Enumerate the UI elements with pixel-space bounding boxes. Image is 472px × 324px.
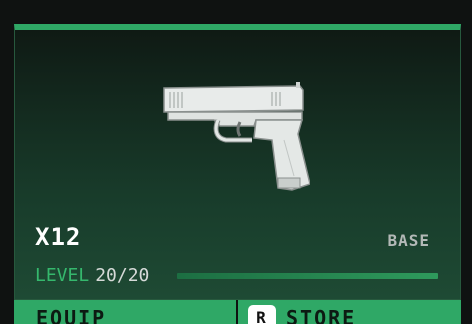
store-label: STORE — [286, 306, 357, 324]
level-value: 20/20 — [95, 265, 150, 286]
key-hint-r: R — [248, 305, 276, 324]
equip-label: EQUIP — [36, 306, 107, 324]
xp-progress-fill — [177, 273, 438, 279]
equip-button[interactable]: EQUIP — [14, 300, 236, 324]
weapon-card[interactable]: X12 BASE LEVEL 20/20 — [14, 24, 461, 300]
variant-tag: BASE — [387, 231, 430, 250]
xp-progress-bar — [177, 273, 438, 279]
weapon-name: X12 — [35, 223, 82, 251]
level-label: LEVEL — [35, 265, 90, 286]
action-bar: EQUIP R STORE — [14, 300, 461, 324]
pistol-icon — [163, 82, 310, 191]
store-button[interactable]: R STORE — [238, 300, 461, 324]
level-row: LEVEL 20/20 — [35, 265, 149, 286]
